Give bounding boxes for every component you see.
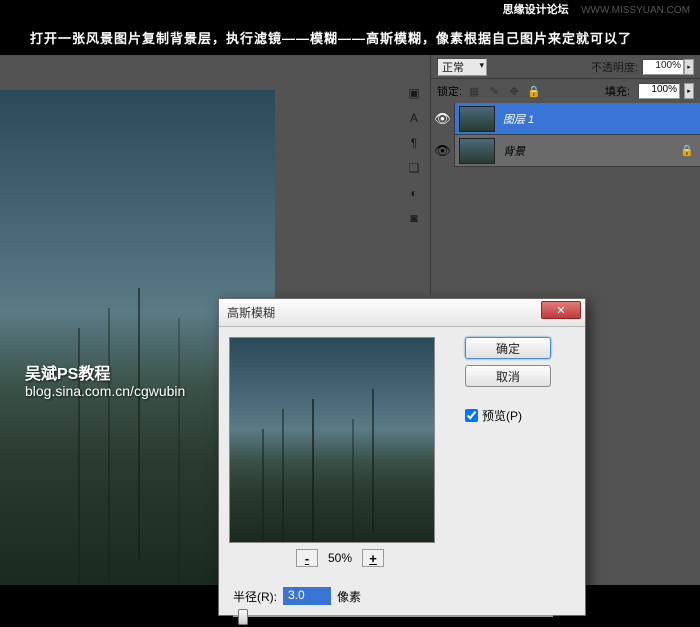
zoom-in-button[interactable]: + xyxy=(362,549,384,567)
chevron-right-icon[interactable]: ▸ xyxy=(684,59,694,75)
watermark-main: 吴斌PS教程 xyxy=(25,360,110,384)
lock-all-icon[interactable]: 🔒 xyxy=(526,83,542,99)
lock-paint-icon[interactable]: ✎ xyxy=(486,83,502,99)
tool-icon[interactable]: ▣ xyxy=(401,81,427,105)
layer-item[interactable]: 👁 背景 🔒 xyxy=(431,135,700,167)
lock-transparent-icon[interactable]: ▦ xyxy=(466,83,482,99)
close-icon: ✕ xyxy=(556,304,565,317)
ok-button[interactable]: 确定 xyxy=(465,337,551,359)
visibility-eye-icon[interactable]: 👁 xyxy=(431,135,455,167)
watermark-sub: blog.sina.com.cn/cgwubin xyxy=(25,383,185,399)
zoom-value: 50% xyxy=(328,551,352,565)
fill-input[interactable]: 100% xyxy=(638,83,680,99)
radius-slider-track[interactable] xyxy=(233,615,553,617)
cancel-button[interactable]: 取消 xyxy=(465,365,551,387)
lock-label: 锁定: xyxy=(437,83,462,99)
opacity-input[interactable]: 100% xyxy=(642,59,684,75)
fill-label: 填充: xyxy=(605,83,630,99)
preview-checkbox[interactable] xyxy=(465,409,478,422)
site-url: WWW.MISSYUAN.COM xyxy=(581,5,690,16)
tool-icon[interactable]: ◐ xyxy=(401,181,427,205)
visibility-eye-icon[interactable]: 👁 xyxy=(431,103,455,135)
tool-column: ▣ A ¶ ❏ ◐ ◙ xyxy=(400,80,428,231)
radius-label: 半径(R): xyxy=(233,588,277,605)
lock-icon: 🔒 xyxy=(680,144,700,157)
layers-list: 👁 图层 1 👁 背景 🔒 xyxy=(431,103,700,167)
layers-panel: 正常 不透明度: 100% ▸ 锁定: ▦ ✎ ✥ 🔒 填充: 100% ▸ 👁… xyxy=(430,55,700,295)
preview-checkbox-label[interactable]: 预览(P) xyxy=(465,407,551,424)
layer-item[interactable]: 👁 图层 1 xyxy=(431,103,700,135)
paragraph-tool-icon[interactable]: ¶ xyxy=(401,131,427,155)
chevron-right-icon[interactable]: ▸ xyxy=(684,83,694,99)
lock-position-icon[interactable]: ✥ xyxy=(506,83,522,99)
blend-mode-dropdown[interactable]: 正常 xyxy=(437,58,487,76)
layer-thumbnail[interactable] xyxy=(459,138,495,164)
layer-name[interactable]: 背景 xyxy=(499,143,680,159)
dialog-title-text: 高斯模糊 xyxy=(227,304,275,321)
radius-slider-thumb[interactable] xyxy=(238,609,248,625)
type-tool-icon[interactable]: A xyxy=(401,106,427,130)
preview-label-text: 预览(P) xyxy=(482,407,522,424)
zoom-out-button[interactable]: - xyxy=(296,549,318,567)
radius-input[interactable]: 3.0 xyxy=(283,587,331,605)
blur-preview[interactable] xyxy=(229,337,435,543)
radius-unit: 像素 xyxy=(337,588,361,605)
workspace: 吴斌PS教程 blog.sina.com.cn/cgwubin ▣ A ¶ ❏ … xyxy=(0,55,700,585)
close-button[interactable]: ✕ xyxy=(541,301,581,319)
dialog-titlebar[interactable]: 高斯模糊 ✕ xyxy=(219,299,585,327)
tool-icon[interactable]: ❏ xyxy=(401,156,427,180)
tool-icon[interactable]: ◙ xyxy=(401,206,427,230)
gaussian-blur-dialog: 高斯模糊 ✕ - 50% + 确定 取消 预览(P) xyxy=(218,298,586,616)
tutorial-instruction: 打开一张风景图片复制背景层，执行滤镜——模糊——高斯模糊，像素根据自己图片来定就… xyxy=(0,20,700,55)
layer-thumbnail[interactable] xyxy=(459,106,495,132)
layer-name[interactable]: 图层 1 xyxy=(499,111,700,127)
site-logo: 思缘设计论坛 xyxy=(503,4,569,16)
opacity-label: 不透明度: xyxy=(591,59,638,75)
